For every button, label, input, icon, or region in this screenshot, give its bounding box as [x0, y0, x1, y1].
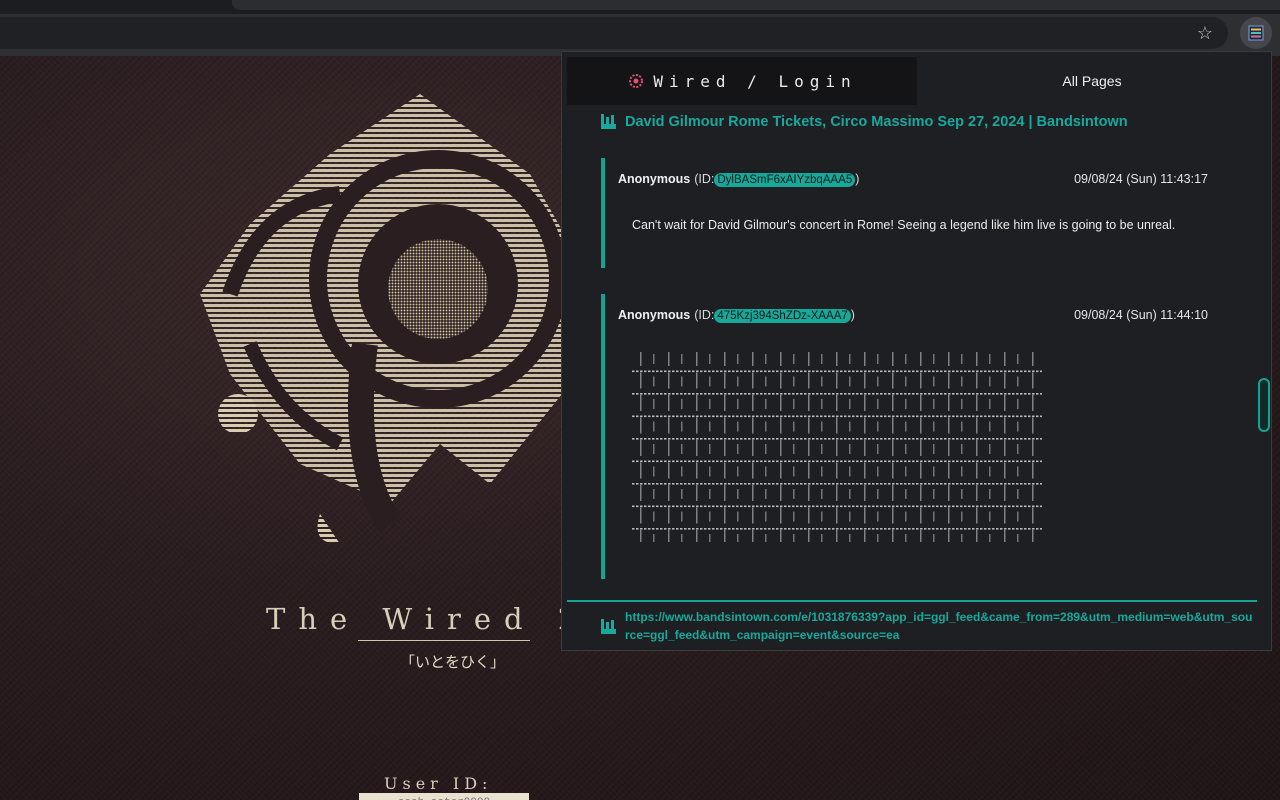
- extension-button[interactable]: [1240, 17, 1272, 49]
- post: Anonymous (ID: 475Kzj394ShZDz-XAAA7) 09/0…: [601, 294, 1221, 579]
- title-underline: [358, 640, 530, 641]
- extension-popup: Wired / Login All Pages David Gilmour Ro…: [561, 51, 1272, 651]
- popup-tabs: Wired / Login All Pages: [567, 57, 1267, 105]
- scrollbar[interactable]: [1257, 108, 1270, 596]
- post-id-prefix: (ID:: [694, 308, 715, 322]
- post-timestamp: 09/08/24 (Sun) 11:44:10: [1074, 308, 1208, 322]
- star-icon[interactable]: ☆: [1194, 22, 1216, 44]
- post-body: Can't wait for David Gilmour's concert i…: [632, 218, 1176, 232]
- post-id-suffix: ): [855, 172, 860, 186]
- post-id-wrap: (ID: 475Kzj394ShZDz-XAAA7): [694, 308, 855, 323]
- current-url-link[interactable]: https://www.bandsintown.com/e/1031876339…: [625, 608, 1255, 644]
- post-id-badge[interactable]: 475Kzj394ShZDz-XAAA7: [714, 309, 851, 323]
- tab-strip: [0, 0, 1280, 14]
- tab-all-pages[interactable]: All Pages: [917, 57, 1267, 105]
- user-id-input[interactable]: [359, 793, 529, 800]
- post-id-suffix: ): [850, 308, 855, 322]
- post-header: Anonymous (ID: 475Kzj394ShZDz-XAAA7) 09/0…: [618, 308, 1208, 323]
- footer-url-bar: https://www.bandsintown.com/e/1031876339…: [600, 608, 1260, 644]
- site-title: The Wired 2: [266, 602, 590, 636]
- post-id-wrap: (ID: DylBASmF6xAIYzbqAAA5): [694, 172, 860, 187]
- active-tab[interactable]: [232, 0, 1280, 10]
- post-author: Anonymous: [618, 172, 691, 186]
- thread-content: David Gilmour Rome Tickets, Circo Massim…: [562, 108, 1256, 596]
- site-subtitle: 「いとをひく」: [400, 653, 506, 671]
- wired-logo-art: [200, 94, 570, 544]
- post-id-badge[interactable]: DylBASmF6xAIYzbqAAA5: [714, 173, 856, 187]
- wired-gear-icon: [629, 74, 644, 88]
- bandsintown-icon: [601, 619, 616, 634]
- page-title-link[interactable]: David Gilmour Rome Tickets, Circo Massim…: [600, 113, 1128, 130]
- footer-divider: [567, 600, 1257, 602]
- post-timestamp: 09/08/24 (Sun) 11:43:17: [1074, 172, 1208, 186]
- post-author: Anonymous: [618, 308, 691, 322]
- tab-wired-login[interactable]: Wired / Login: [567, 57, 917, 105]
- tab-login-label: Wired / Login: [653, 71, 857, 91]
- address-bar[interactable]: [0, 17, 1228, 49]
- page-title-text: David Gilmour Rome Tickets, Circo Massim…: [625, 113, 1128, 130]
- post: Anonymous (ID: DylBASmF6xAIYzbqAAA5) 09/0…: [601, 158, 1221, 268]
- bandsintown-icon: [601, 114, 616, 129]
- post-id-prefix: (ID:: [694, 172, 715, 186]
- user-id-label: User ID:: [384, 774, 493, 793]
- post-header: Anonymous (ID: DylBASmF6xAIYzbqAAA5) 09/0…: [618, 172, 1208, 187]
- extension-list-icon: [1248, 25, 1264, 41]
- browser-toolbar: ☆: [0, 14, 1280, 52]
- ascii-art-image: [632, 352, 1042, 542]
- scrollbar-thumb[interactable]: [1258, 378, 1270, 432]
